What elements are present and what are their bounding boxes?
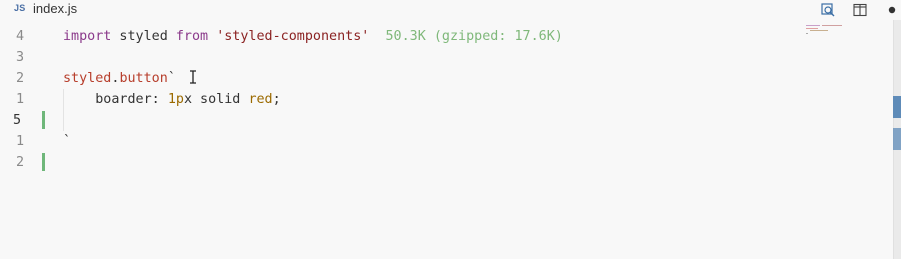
code-text[interactable]: styled.button` xyxy=(63,68,176,89)
code-token: 'styled-components' xyxy=(216,29,370,44)
javascript-file-icon: JS xyxy=(14,3,26,13)
code-line[interactable]: 3 xyxy=(0,47,893,68)
code-token: boarder: xyxy=(63,92,168,107)
line-number: 5 xyxy=(12,113,22,128)
scrollbar-marker xyxy=(893,128,901,150)
code-line[interactable]: 1 boarder: 1px solid red; xyxy=(0,89,893,110)
code-text[interactable]: ` xyxy=(63,131,71,152)
modified-line-marker xyxy=(42,111,45,129)
code-line[interactable]: 2 styled.button` xyxy=(0,68,893,89)
code-token: styled xyxy=(111,29,176,44)
code-token: ; xyxy=(272,92,281,107)
code-line[interactable]: 5 xyxy=(0,110,893,131)
text-cursor-icon xyxy=(190,70,196,84)
line-number: 2 xyxy=(15,155,25,170)
code-token: from xyxy=(175,29,209,44)
line-number: 3 xyxy=(15,50,25,65)
code-line[interactable]: 2 xyxy=(0,152,893,173)
editor-tab-bar: JS index.js xyxy=(0,0,901,20)
code-token: red xyxy=(248,92,273,107)
line-number: 2 xyxy=(15,71,25,86)
line-number: 1 xyxy=(15,92,25,107)
code-line[interactable]: 1 ` xyxy=(0,131,893,152)
code-token: import xyxy=(63,29,112,44)
minimap[interactable] xyxy=(806,24,856,38)
code-token: ` xyxy=(63,134,72,149)
code-token: ` xyxy=(167,71,176,86)
modified-line-marker xyxy=(42,153,45,171)
line-number: 4 xyxy=(15,29,25,44)
code-text[interactable]: import styled from 'styled-components' 5… xyxy=(63,26,563,47)
code-token: styled xyxy=(63,71,112,86)
code-line[interactable]: 4 import styled from 'styled-components' … xyxy=(0,26,893,47)
code-token: 50.3K (gzipped: 17.6K) xyxy=(369,29,563,44)
scrollbar-marker xyxy=(893,96,901,118)
code-text[interactable]: boarder: 1px solid red; xyxy=(63,89,281,110)
indent-guide xyxy=(63,89,64,110)
code-token: 1p xyxy=(167,92,184,107)
code-token: x solid xyxy=(183,92,249,107)
tab-filename[interactable]: index.js xyxy=(33,1,77,16)
search-preview-icon[interactable] xyxy=(820,2,836,18)
unsaved-dot-icon[interactable] xyxy=(884,2,900,18)
line-number: 1 xyxy=(15,134,25,149)
code-token: button xyxy=(119,71,168,86)
split-editor-icon[interactable] xyxy=(852,2,868,18)
indent-guide xyxy=(63,110,64,131)
code-editor[interactable]: 4 import styled from 'styled-components' … xyxy=(0,24,893,259)
